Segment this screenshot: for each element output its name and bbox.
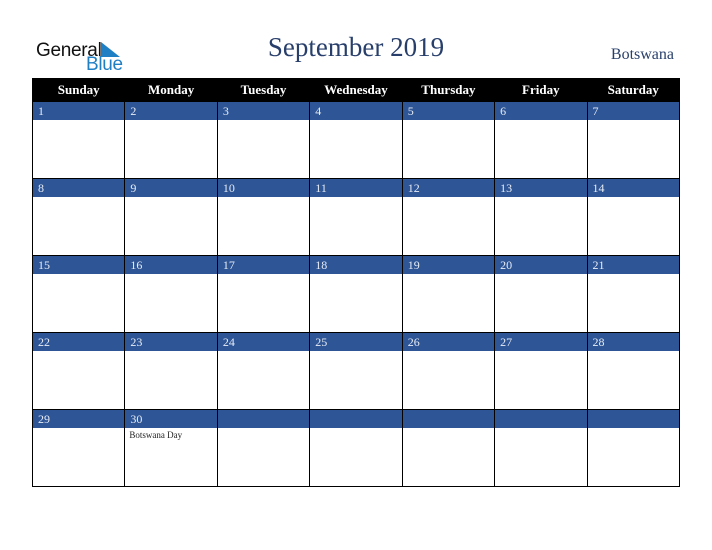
day-number: 12 (402, 179, 495, 197)
day-cell[interactable]: 18 (309, 255, 403, 333)
day-number (402, 410, 495, 428)
day-cell[interactable]: 16 (124, 255, 218, 333)
day-cell[interactable] (586, 409, 681, 487)
day-cell[interactable]: 17 (216, 255, 311, 333)
day-cell[interactable]: 8 (31, 178, 126, 256)
day-cell[interactable]: 1 (31, 101, 126, 179)
day-number: 30 (125, 410, 217, 428)
day-number: 15 (33, 256, 125, 274)
day-cell[interactable]: 9 (124, 178, 218, 256)
day-number (310, 410, 402, 428)
week-row: 15 16 17 18 19 20 21 (31, 255, 681, 333)
weekday-header: Sunday (31, 78, 126, 102)
day-number (587, 410, 679, 428)
weekday-header-row: Sunday Monday Tuesday Wednesday Thursday… (31, 78, 681, 102)
day-cell[interactable]: 23 (124, 332, 218, 410)
day-cell[interactable]: 25 (309, 332, 403, 410)
day-number: 17 (217, 256, 310, 274)
day-cell[interactable]: 3 (216, 101, 311, 179)
day-number: 27 (495, 333, 587, 351)
calendar-title: September 2019 (267, 32, 445, 62)
weekday-header: Tuesday (216, 78, 311, 102)
day-cell[interactable]: 7 (586, 101, 681, 179)
day-cell[interactable]: 4 (309, 101, 403, 179)
day-number: 16 (125, 256, 217, 274)
day-cell[interactable] (494, 409, 588, 487)
day-cell[interactable]: 15 (31, 255, 126, 333)
day-number: 21 (587, 256, 679, 274)
country-label: Botswana (610, 46, 674, 63)
day-number: 7 (587, 102, 679, 120)
day-number: 28 (587, 333, 679, 351)
day-cell[interactable]: 5 (401, 101, 496, 179)
day-cell[interactable]: 27 (494, 332, 588, 410)
calendar-grid: Sunday Monday Tuesday Wednesday Thursday… (31, 78, 681, 487)
day-number: 14 (587, 179, 679, 197)
day-number: 25 (310, 333, 402, 351)
day-cell[interactable]: 22 (31, 332, 126, 410)
day-cell[interactable] (401, 409, 496, 487)
week-row: 22 23 24 25 26 27 28 (31, 332, 681, 410)
day-number: 19 (402, 256, 495, 274)
day-cell[interactable]: 26 (401, 332, 496, 410)
day-number: 24 (217, 333, 310, 351)
day-cell[interactable]: 12 (401, 178, 496, 256)
weekday-header: Wednesday (309, 78, 403, 102)
week-row: 29 30 Botswana Day (31, 409, 681, 487)
day-cell[interactable]: 14 (586, 178, 681, 256)
day-number: 26 (402, 333, 495, 351)
weekday-header: Saturday (586, 78, 681, 102)
day-number: 9 (125, 179, 217, 197)
day-cell[interactable]: 30 Botswana Day (124, 409, 218, 487)
day-number (495, 410, 587, 428)
day-number: 8 (33, 179, 125, 197)
day-cell[interactable]: 19 (401, 255, 496, 333)
day-cell[interactable]: 20 (494, 255, 588, 333)
weekday-header: Thursday (401, 78, 496, 102)
day-number: 20 (495, 256, 587, 274)
day-cell[interactable]: 10 (216, 178, 311, 256)
day-cell[interactable]: 28 (586, 332, 681, 410)
day-number: 22 (33, 333, 125, 351)
day-cell[interactable]: 11 (309, 178, 403, 256)
week-row: 1234567 (31, 101, 681, 179)
day-cell[interactable]: 24 (216, 332, 311, 410)
day-number (217, 410, 310, 428)
week-row: 8 9 10 11 12 13 14 (31, 178, 681, 256)
weekday-header: Monday (124, 78, 218, 102)
day-number: 3 (217, 102, 310, 120)
day-number: 4 (310, 102, 402, 120)
day-number: 1 (33, 102, 125, 120)
day-cell[interactable]: 6 (494, 101, 588, 179)
day-number: 5 (402, 102, 495, 120)
day-cell[interactable]: 2 (124, 101, 218, 179)
day-number: 23 (125, 333, 217, 351)
day-number: 10 (217, 179, 310, 197)
holiday-event: Botswana Day (129, 430, 183, 440)
day-cell[interactable] (216, 409, 311, 487)
day-cell[interactable]: 21 (586, 255, 681, 333)
day-number: 29 (33, 410, 125, 428)
day-number: 6 (495, 102, 587, 120)
day-number: 13 (495, 179, 587, 197)
day-number: 11 (310, 179, 402, 197)
day-number: 2 (125, 102, 217, 120)
day-cell[interactable]: 29 (31, 409, 126, 487)
day-cell[interactable]: 13 (494, 178, 588, 256)
weekday-header: Friday (494, 78, 588, 102)
day-number: 18 (310, 256, 402, 274)
day-cell[interactable] (309, 409, 403, 487)
